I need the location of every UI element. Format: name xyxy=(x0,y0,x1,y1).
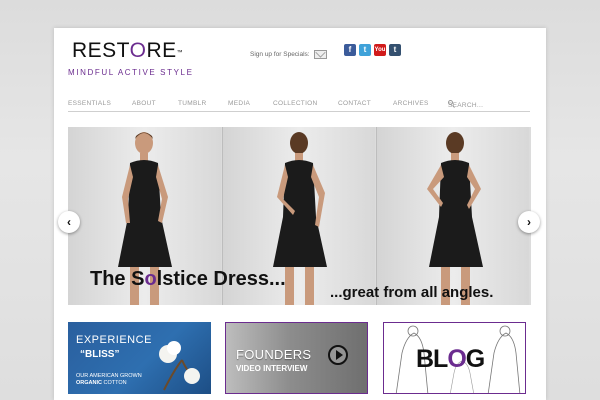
promo-blog-title: BLOG xyxy=(416,345,485,373)
slide-panel-side xyxy=(376,127,529,305)
promo-bliss-label: “BLISS” xyxy=(80,349,120,360)
nav-item-essentials[interactable]: ESSENTIALS xyxy=(68,100,111,107)
nav-item-about[interactable]: ABOUT xyxy=(132,100,156,107)
slider-prev-button[interactable]: ‹ xyxy=(58,211,80,233)
promo-cotton-text: OUR AMERICAN GROWN ORGANIC COTTON xyxy=(76,373,142,386)
nav-item-archives[interactable]: ARCHIVES xyxy=(393,100,429,107)
search-field[interactable]: SEARCH... xyxy=(448,100,483,109)
hero-slider[interactable]: The Solstice Dress... ...great from all … xyxy=(68,127,531,305)
promo-experience-title: EXPERIENCE xyxy=(76,334,152,346)
signup-specials[interactable]: Sign up for Specials: xyxy=(250,50,327,59)
promo-video-interview-label: VIDEO INTERVIEW xyxy=(236,364,308,373)
search-placeholder: SEARCH... xyxy=(448,102,484,109)
logo[interactable]: RESTORE™ MINDFUL ACTIVE STYLE xyxy=(68,39,194,78)
promo-founders-title: FOUNDERS xyxy=(236,347,312,362)
nav-item-tumblr[interactable]: TUMBLR xyxy=(178,100,207,107)
page-container: RESTORE™ MINDFUL ACTIVE STYLE Sign up fo… xyxy=(54,28,546,400)
promo-founders-video[interactable]: FOUNDERS VIDEO INTERVIEW xyxy=(225,322,368,394)
slider-next-button[interactable]: › xyxy=(518,211,540,233)
twitter-icon[interactable]: t xyxy=(359,44,371,56)
promo-blog[interactable]: BLOG xyxy=(383,322,526,394)
social-links: f t You t xyxy=(344,44,401,56)
youtube-icon[interactable]: You xyxy=(374,44,386,56)
model-side-image xyxy=(427,132,483,305)
mail-icon[interactable] xyxy=(313,50,327,59)
nav-item-media[interactable]: MEDIA xyxy=(228,100,250,107)
nav-item-collection[interactable]: COLLECTION xyxy=(273,100,318,107)
facebook-icon[interactable]: f xyxy=(344,44,356,56)
main-nav: ESSENTIALS ABOUT TUMBLR MEDIA COLLECTION… xyxy=(68,98,530,112)
logo-tagline: MINDFUL ACTIVE STYLE xyxy=(68,68,194,77)
tumblr-icon[interactable]: t xyxy=(389,44,401,56)
slide-caption-sub: ...great from all angles. xyxy=(330,284,494,301)
promo-experience-bliss[interactable]: EXPERIENCE “BLISS” OUR AMERICAN GROWN ORG… xyxy=(68,322,211,394)
play-icon[interactable] xyxy=(328,345,348,365)
signup-label: Sign up for Specials: xyxy=(250,51,310,58)
slide-caption-main: The Solstice Dress... xyxy=(90,268,286,290)
nav-item-contact[interactable]: CONTACT xyxy=(338,100,371,107)
logo-wordmark: RESTORE™ xyxy=(72,39,184,62)
cotton-image xyxy=(159,341,200,391)
